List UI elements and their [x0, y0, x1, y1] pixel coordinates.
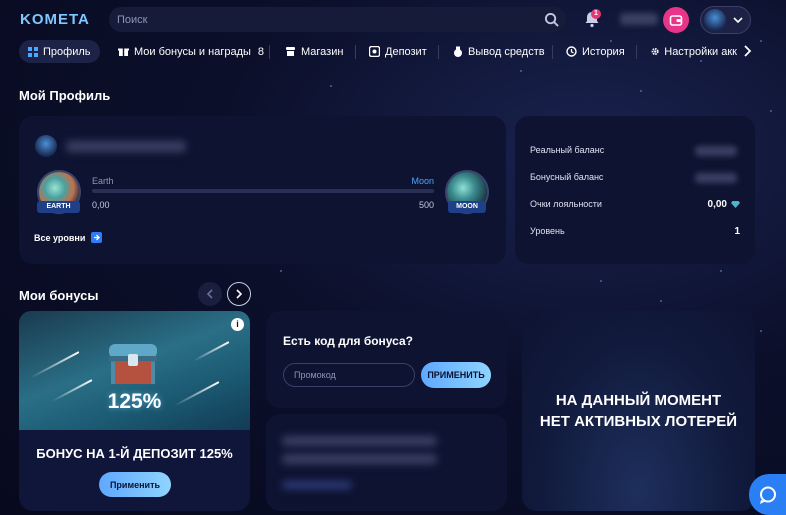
tab-label: Магазин [301, 45, 344, 58]
money-bag-icon [454, 46, 462, 57]
no-lotteries-line: НЕТ АКТИВНЫХ ЛОТЕРЕЙ [539, 413, 738, 430]
carousel-next-button[interactable] [227, 282, 251, 306]
hidden-text [282, 436, 437, 446]
history-icon [566, 46, 577, 57]
wallet-button[interactable] [663, 7, 689, 33]
avatar [35, 135, 57, 157]
promo-title: Есть код для бонуса? [283, 334, 414, 348]
level-progress-bar [92, 189, 434, 193]
username-hidden [66, 141, 186, 152]
logo[interactable]: KOMETA [20, 11, 90, 28]
promo-card [266, 311, 507, 408]
balance-card [515, 116, 755, 264]
current-level-name: Earth [92, 176, 114, 186]
info-icon[interactable]: i [231, 318, 244, 331]
next-level-name: Moon [411, 176, 434, 186]
tab-label: Депозит [385, 45, 427, 58]
shop-icon [286, 47, 295, 56]
level-value: 1 [734, 226, 740, 237]
search-bar[interactable] [109, 7, 566, 32]
tab-profile[interactable]: Профиль [19, 40, 100, 63]
tab-bonuses[interactable]: Мои бонусы и награды 8 [118, 40, 264, 63]
promo-code-input[interactable] [283, 363, 415, 387]
apply-bonus-button[interactable]: Применить [99, 472, 171, 497]
gear-icon [651, 47, 659, 56]
current-points: 0,00 [92, 200, 110, 210]
real-balance-label: Реальный баланс [530, 145, 605, 155]
profile-tabs: Профиль Мои бонусы и награды 8 Магазин Д… [0, 40, 786, 64]
bonus-percent: 125% [107, 390, 162, 413]
tab-settings[interactable]: Настройки акк [651, 40, 737, 63]
balance-hidden [620, 13, 658, 25]
tab-label: История [582, 45, 625, 58]
search-icon[interactable] [544, 12, 559, 27]
bonus-balance-label: Бонусный баланс [530, 172, 604, 182]
search-input[interactable] [117, 7, 537, 32]
diamond-icon [731, 201, 740, 208]
tab-divider [269, 45, 270, 59]
apply-promo-button[interactable]: ПРИМЕНИТЬ [421, 362, 491, 388]
level-badge-moon: MOON [448, 201, 486, 213]
tab-withdraw[interactable]: Вывод средств [453, 40, 545, 63]
bonus-balance-hidden [695, 173, 737, 183]
tab-divider [355, 45, 356, 59]
chat-bubble-icon [759, 486, 776, 504]
chevron-right-icon [236, 289, 243, 299]
gift-icon [118, 48, 129, 57]
level-label: Уровень [530, 226, 565, 236]
chevron-left-icon [206, 289, 213, 299]
tab-history[interactable]: История [566, 40, 625, 63]
tab-shop[interactable]: Магазин [285, 40, 343, 63]
all-levels-link[interactable]: Все уровни [34, 232, 103, 243]
bonuses-title: Мои бонусы [19, 288, 99, 303]
page-title: Мой Профиль [19, 88, 111, 103]
treasure-chest-icon [109, 344, 157, 384]
tab-label: Вывод средств [468, 45, 545, 58]
tab-divider [438, 45, 439, 59]
deposit-icon [369, 46, 380, 57]
level-badge-earth: EARTH [37, 201, 80, 213]
target-points: 500 [418, 200, 434, 210]
tab-divider [636, 45, 637, 59]
bonus-title: БОНУС НА 1-Й ДЕПОЗИТ 125% [36, 446, 233, 461]
avatar [704, 9, 726, 31]
arrow-right-icon [91, 232, 103, 243]
loyalty-points-value: 0,00 [707, 199, 727, 210]
notification-badge: 1 [591, 9, 601, 19]
tab-label: Мои бонусы и награды [134, 45, 251, 58]
support-chat-button[interactable] [749, 474, 786, 515]
all-levels-label: Все уровни [34, 232, 86, 243]
real-balance-hidden [695, 146, 737, 156]
wallet-icon [669, 15, 683, 26]
chevron-right-icon[interactable] [740, 44, 754, 58]
no-lotteries-line: НА ДАННЫЙ МОМЕНТ [555, 392, 722, 409]
tab-count: 8 [257, 45, 265, 58]
no-lotteries-message: НА ДАННЫЙ МОМЕНТ НЕТ АКТИВНЫХ ЛОТЕРЕЙ [522, 390, 755, 432]
tab-divider [552, 45, 553, 59]
tab-label: Настройки акк [664, 45, 737, 58]
loyalty-points-label: Очки лояльности [530, 199, 602, 209]
chevron-down-icon [733, 17, 743, 24]
top-header: KOMETA 1 [0, 0, 786, 40]
carousel-prev-button[interactable] [198, 282, 222, 306]
hidden-link [282, 481, 352, 489]
tab-label: Профиль [43, 45, 91, 58]
user-menu[interactable] [700, 6, 751, 34]
grid-icon [28, 46, 38, 57]
hidden-text [282, 454, 437, 464]
tab-deposit[interactable]: Депозит [369, 40, 427, 63]
